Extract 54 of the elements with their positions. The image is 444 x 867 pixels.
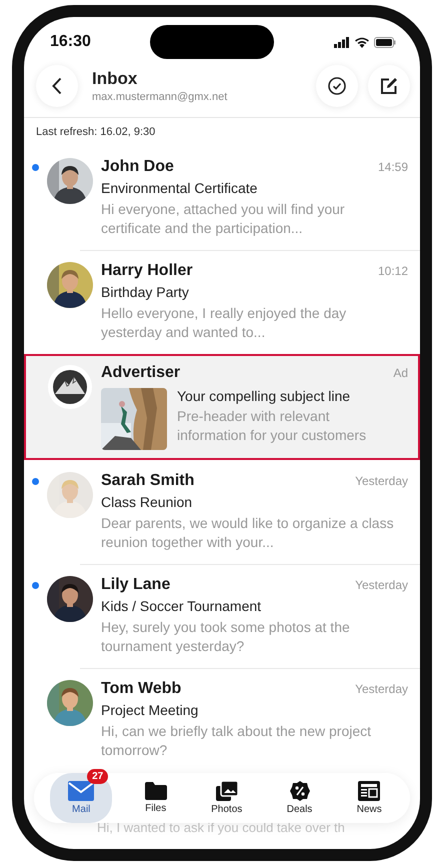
message-row[interactable]: Sarah Smith Yesterday Class Reunion Dear parents, we would like to organize a class reunion together with your... [24, 460, 420, 564]
tab-item[interactable]: News [344, 775, 394, 821]
message-time: 14:59 [378, 160, 408, 174]
tab-item[interactable]: Deals [274, 775, 324, 821]
folder-icon [144, 782, 167, 800]
ad-label: Ad [393, 366, 408, 380]
status-time: 16:30 [50, 33, 91, 51]
message-subject: Class Reunion [101, 494, 194, 510]
last-refresh-text: Last refresh: 16.02, 9:30 [35, 125, 156, 140]
message-preview: Dear parents, we would like to organize a class reunion together with your... [101, 514, 395, 552]
sender-name: Sarah Smith [101, 472, 194, 490]
account-email: max.mustermann@gmx.net [92, 91, 228, 103]
percent-badge-icon [290, 781, 310, 801]
message-subject: Birthday Party [101, 284, 190, 300]
chevron-left-icon [52, 77, 62, 95]
signal-icon [334, 36, 350, 48]
sender-name: Lily Lane [101, 576, 170, 594]
compose-button[interactable] [368, 65, 410, 107]
select-button[interactable] [316, 65, 358, 107]
message-subject: Environmental Certificate [101, 180, 258, 196]
check-circle-icon [328, 77, 346, 95]
sender-name: Advertiser [101, 364, 180, 382]
message-row[interactable]: Harry Holler 10:12 Birthday Party Hello everyone, I really enjoyed the day yesterday and wanted to... [24, 250, 420, 354]
unread-count-badge: 27 [87, 769, 108, 784]
compose-icon [380, 77, 398, 95]
message-time: Yesterday [355, 578, 408, 592]
sender-name: John Doe [101, 158, 174, 176]
envelope-icon [68, 781, 94, 801]
message-subject: Kids / Soccer Tournament [101, 598, 262, 614]
sender-name: Harry Holler [101, 262, 193, 280]
message-row[interactable]: Lily Lane Yesterday Kids / Soccer Tournament Hey, surely you took some photos at the tournament yesterday? [24, 564, 420, 668]
wifi-icon [354, 36, 370, 48]
message-row[interactable]: Tom Webb Yesterday Project Meeting Hi, can we briefly talk about the new project tomorrow? [24, 668, 420, 772]
message-preview: Hello everyone, I really enjoyed the day yesterday and wanted to... [101, 304, 348, 342]
newspaper-icon [358, 781, 380, 801]
ad-preheader: Pre-header with relevant information for your customers [177, 407, 368, 445]
message-row[interactable]: John Doe 14:59 Environmental Certificate Hi everyone, attached you will find your certificate and the participation... [24, 146, 420, 250]
message-preview: Hey, surely you took some photos at the tournament yesterday? [101, 618, 351, 656]
tab-item[interactable]: Files [132, 776, 179, 820]
ad-row[interactable]: Advertiser Ad Your compelling subject line Pre-header with relevant information for your customers [24, 354, 420, 460]
message-preview: Hi, can we briefly talk about the new project tomorrow? [101, 722, 372, 760]
ad-subject: Your compelling subject line [177, 388, 352, 404]
message-subject: Project Meeting [101, 702, 200, 718]
tab-item[interactable]: Photos [199, 775, 254, 821]
battery-icon [374, 36, 396, 48]
message-time: 10:12 [378, 264, 408, 278]
photos-icon [216, 781, 238, 801]
message-preview: Hi everyone, attached you will find your certificate and the participation... [101, 200, 346, 238]
inbox-title: Inbox [92, 69, 138, 89]
back-button[interactable] [36, 65, 78, 107]
mountain-logo-icon [47, 364, 93, 410]
sender-name: Tom Webb [101, 680, 182, 698]
message-time: Yesterday [355, 474, 408, 488]
message-time: Yesterday [355, 682, 408, 696]
